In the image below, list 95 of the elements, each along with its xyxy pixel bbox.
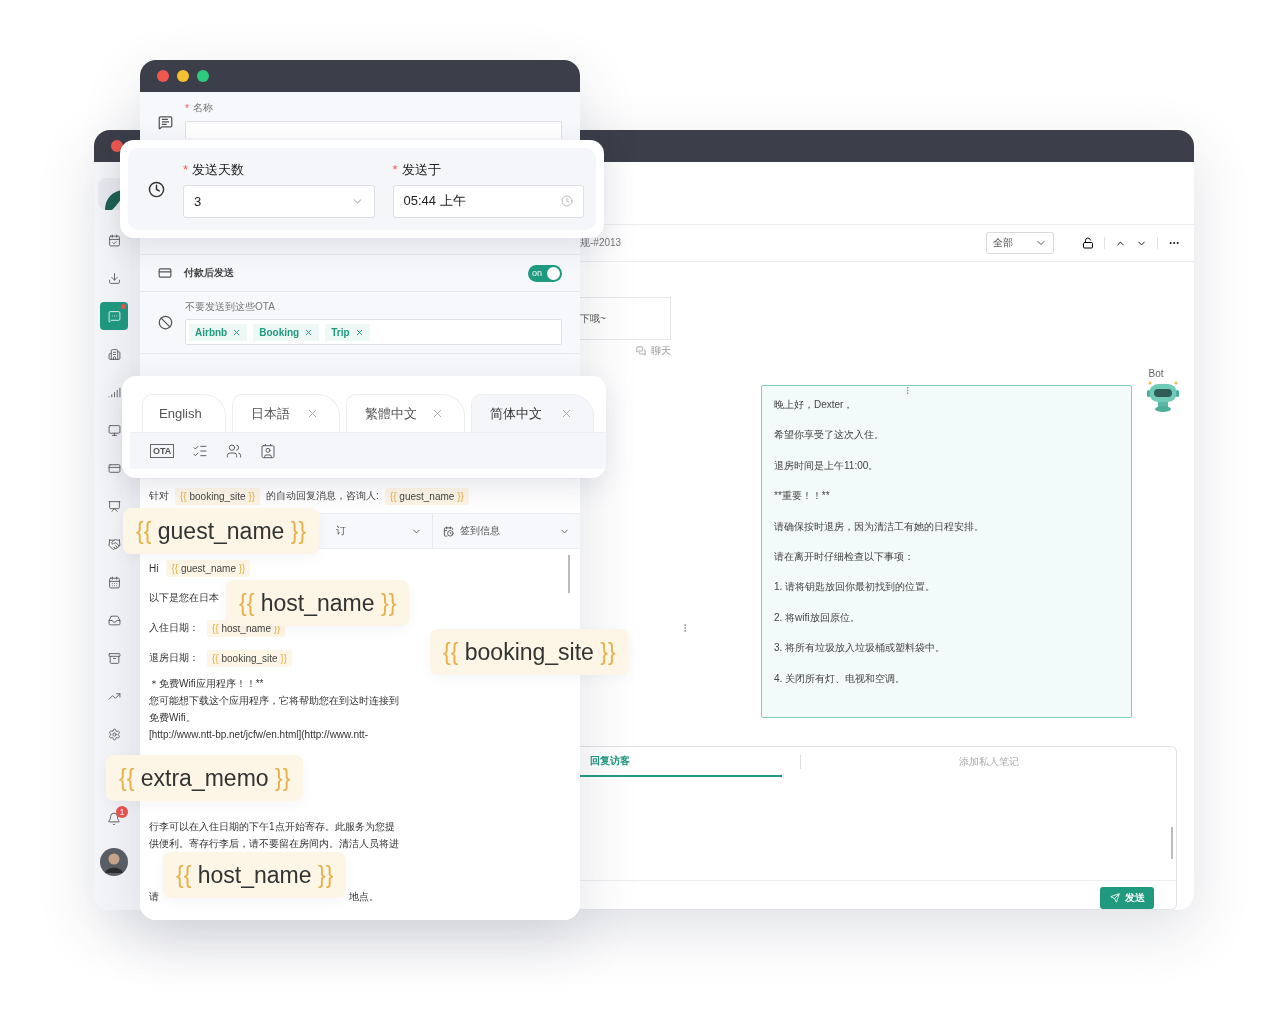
download-icon[interactable]	[107, 271, 121, 285]
building-icon[interactable]	[107, 347, 121, 361]
body-text: 您可能想下载这个应用程序，它将帮助您在到达时连接到	[149, 694, 400, 708]
sender-label: Bot	[1148, 368, 1164, 379]
variable-callout: {{ host_name }}	[163, 852, 347, 898]
remove-icon[interactable]	[354, 327, 364, 337]
calendar-icon	[443, 525, 454, 537]
name-input[interactable]	[185, 121, 562, 138]
section-select[interactable]: 订	[332, 514, 432, 548]
language-tab[interactable]: 简体中文	[470, 394, 594, 432]
variable-tag: {{ booking_site }}	[175, 487, 261, 505]
field-label: 发送天数	[192, 160, 245, 179]
language-tab[interactable]: English	[142, 394, 226, 432]
clock-icon	[561, 195, 573, 207]
required-mark: *	[185, 102, 189, 114]
intro-text: 的自动回复消息，咨询人:	[266, 489, 379, 503]
notification-badge: 1	[116, 806, 128, 818]
body-text: Hi	[149, 562, 159, 574]
variable-tag: {{ guest_name }}	[384, 487, 469, 505]
message-line: 希望你享受了这次入住。	[774, 428, 885, 442]
monitor-icon[interactable]	[107, 423, 121, 437]
language-tab[interactable]: 繁體中文	[345, 394, 465, 432]
required-mark: *	[392, 162, 398, 177]
card-icon	[158, 266, 172, 280]
message-line: 请在离开时仔细检查以下事项：	[774, 550, 915, 564]
pay-toggle[interactable]: on	[528, 264, 562, 282]
send-icon	[1109, 893, 1120, 903]
settings-icon[interactable]	[107, 727, 121, 741]
message-line: 退房时间是上午11:00。	[774, 458, 880, 473]
filter-select[interactable]: 全部	[986, 232, 1054, 254]
field-label: 名称	[192, 101, 213, 115]
setting-label: 付款后发送	[184, 266, 235, 280]
field-label: 发送于	[401, 160, 441, 179]
variable-callout: {{ booking_site }}	[430, 629, 629, 675]
archive-icon[interactable]	[107, 651, 121, 665]
body-text: 请	[149, 890, 159, 904]
variable-tag: {{ booking_site }}	[207, 649, 293, 667]
send-button[interactable]: 发送	[1100, 887, 1154, 909]
body-text: 退房日期：	[149, 651, 199, 665]
chat-icon[interactable]	[107, 309, 121, 323]
time-picker[interactable]: 05:44 上午	[392, 184, 584, 218]
remove-icon[interactable]	[304, 327, 314, 337]
message-line: 2. 将wifi放回原位。	[774, 610, 861, 625]
chat-icon	[636, 346, 646, 356]
message-line: **重要！！**	[774, 489, 831, 503]
body-text: 行李可以在入住日期的下午1点开始寄存。此服务为您提	[149, 820, 396, 834]
message-source: 聊天	[651, 344, 671, 358]
section-select[interactable]: 签到信息	[432, 514, 580, 548]
users-icon[interactable]	[226, 443, 243, 459]
required-mark: *	[183, 162, 189, 177]
close-dot[interactable]	[111, 140, 123, 152]
ota-button[interactable]: OTA	[150, 444, 175, 458]
message-line: 1. 请将钥匙放回你最初找到的位置。	[774, 580, 937, 594]
variable-tag: {{ guest_name }}	[166, 559, 251, 577]
card-icon[interactable]	[107, 461, 121, 475]
variable-callout: {{ guest_name }}	[123, 508, 320, 554]
drag-handle-icon[interactable]	[903, 386, 912, 395]
message-line: 请确保按时退房，因为清洁工有她的日程安排。	[774, 519, 985, 534]
presentation-icon[interactable]	[107, 499, 121, 513]
remove-icon[interactable]	[232, 327, 242, 337]
language-tab[interactable]: 日本語	[232, 394, 340, 432]
days-select[interactable]: 3	[183, 184, 375, 218]
body-text: 供便利。寄存行李后，请不要留在房间内。清洁人员将进	[149, 837, 400, 851]
maximize-dot[interactable]	[197, 70, 209, 82]
minimize-dot[interactable]	[177, 70, 189, 82]
message-line: 3. 将所有垃圾放入垃圾桶或塑料袋中。	[774, 641, 947, 655]
variable-callout: {{ extra_memo }}	[106, 755, 304, 801]
intro-text: 针对	[149, 489, 169, 503]
calendar-check-icon[interactable]	[107, 233, 121, 247]
sidebar-item[interactable]	[100, 302, 128, 330]
body-text: ＊免费Wifi应用程序！！**	[149, 677, 265, 691]
calendar-icon[interactable]	[107, 575, 121, 589]
close-dot[interactable]	[157, 70, 169, 82]
body-text: 入住日期：	[149, 621, 199, 635]
message-icon	[158, 115, 173, 130]
body-text: 以下是您在日本	[149, 591, 219, 605]
clock-icon	[148, 180, 165, 198]
robot-icon	[1146, 381, 1180, 413]
message-line: 晚上好，Dexter，	[774, 398, 855, 412]
body-text: 地点。	[349, 890, 379, 904]
field-label: 不要发送到这些OTA	[185, 300, 276, 314]
id-card-icon[interactable]	[260, 443, 277, 459]
lock-icon[interactable]	[1082, 237, 1094, 249]
body-text: 免费Wifi。	[149, 711, 197, 725]
handshake-icon[interactable]	[107, 537, 121, 551]
user-avatar[interactable]	[100, 848, 128, 876]
block-icon	[158, 315, 173, 330]
bell-icon[interactable]	[107, 812, 121, 826]
message-line: 4. 关闭所有灯、电视和空调。	[774, 671, 907, 686]
signal-icon[interactable]	[107, 385, 121, 399]
body-text: [http://www.ntt-bp.net/jcfw/en.html](http://www.ntt-	[149, 728, 369, 742]
conversation-title: 规-#2013	[580, 236, 623, 250]
inbox-icon[interactable]	[107, 613, 121, 627]
variable-callout: {{ host_name }}	[226, 580, 410, 626]
checklist-icon[interactable]	[192, 443, 209, 459]
